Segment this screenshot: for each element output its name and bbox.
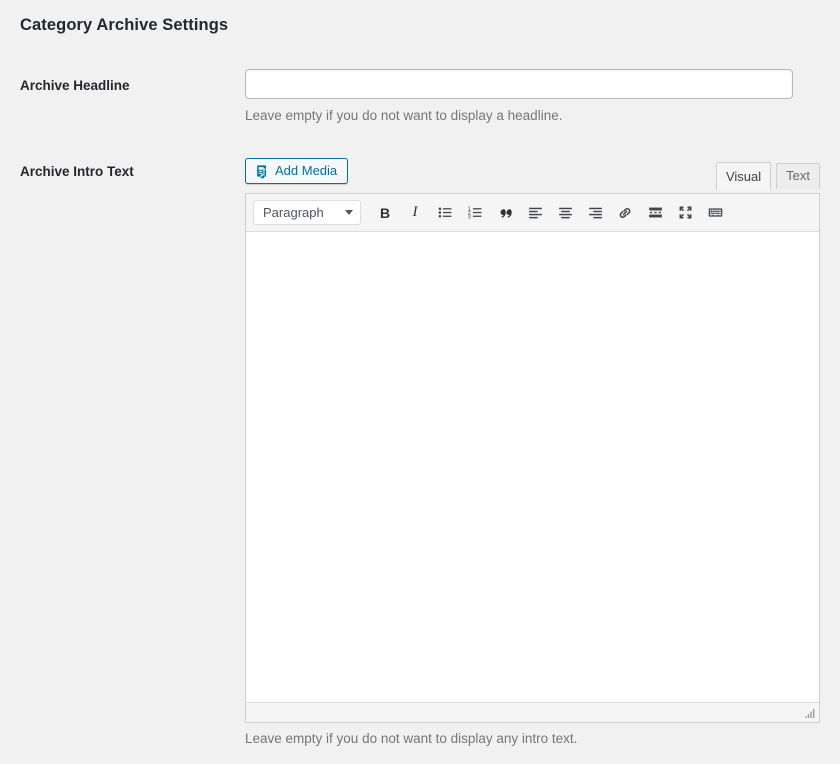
archive-headline-input[interactable] (245, 69, 793, 99)
tab-text[interactable]: Text (776, 163, 820, 189)
keyboard-shortcuts-button[interactable] (700, 199, 730, 227)
paragraph-format-select[interactable]: Paragraph (253, 200, 361, 225)
editor-toolbar: Paragraph B I 123 (246, 194, 819, 232)
blockquote-icon (497, 204, 514, 221)
unordered-list-icon (437, 204, 454, 221)
editor-content-area[interactable] (246, 232, 819, 702)
blockquote-button[interactable] (490, 199, 520, 227)
align-right-icon (587, 204, 604, 221)
align-left-icon (527, 204, 544, 221)
insert-link-button[interactable] (610, 199, 640, 227)
distraction-free-icon (677, 204, 694, 221)
paragraph-format-value: Paragraph (263, 205, 324, 220)
page-title: Category Archive Settings (20, 16, 228, 35)
align-left-button[interactable] (520, 199, 550, 227)
italic-button[interactable]: I (400, 199, 430, 227)
editor-header: Add Media Visual Text (245, 158, 820, 193)
tab-visual[interactable]: Visual (716, 162, 771, 190)
editor-status-bar (246, 702, 819, 722)
add-media-button[interactable]: Add Media (245, 158, 348, 184)
editor-mode-tabs: Visual Text (711, 158, 820, 189)
svg-text:3: 3 (467, 214, 470, 220)
ordered-list-icon: 123 (467, 204, 484, 221)
archive-headline-description: Leave empty if you do not want to displa… (245, 108, 562, 123)
align-center-icon (557, 204, 574, 221)
chevron-down-icon (345, 210, 353, 215)
resize-grippie-icon[interactable] (802, 706, 817, 721)
archive-headline-label: Archive Headline (20, 78, 130, 93)
fullscreen-button[interactable] (670, 199, 700, 227)
align-center-button[interactable] (550, 199, 580, 227)
numbered-list-button[interactable]: 123 (460, 199, 490, 227)
insert-read-more-icon (647, 204, 664, 221)
editor-container: Paragraph B I 123 (245, 193, 820, 723)
add-media-label: Add Media (275, 164, 337, 178)
rich-text-editor: Add Media Visual Text Paragraph B I (245, 158, 820, 723)
category-archive-settings-page: Category Archive Settings Archive Headli… (0, 0, 840, 764)
media-icon (254, 163, 270, 179)
bulleted-list-button[interactable] (430, 199, 460, 227)
bold-button[interactable]: B (370, 199, 400, 227)
link-icon (616, 204, 634, 222)
keyboard-icon (707, 204, 724, 221)
archive-intro-text-label: Archive Intro Text (20, 164, 134, 179)
read-more-button[interactable] (640, 199, 670, 227)
align-right-button[interactable] (580, 199, 610, 227)
archive-intro-text-description: Leave empty if you do not want to displa… (245, 731, 577, 746)
